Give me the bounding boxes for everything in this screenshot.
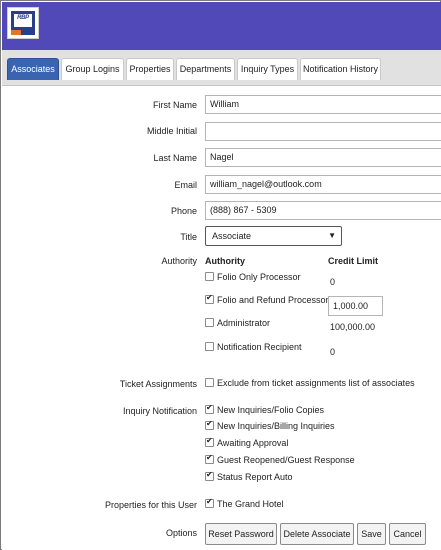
options-label: Options <box>165 528 197 538</box>
status-report-auto-checkbox[interactable] <box>205 470 214 481</box>
folio-refund-processor-checkbox[interactable] <box>205 293 214 304</box>
title-select-value: Associate <box>212 231 252 241</box>
new-inquiries-folio-copies-checkbox[interactable] <box>205 403 214 414</box>
exclude-ticket-assignments-label: Exclude from ticket assignments list of … <box>217 378 415 388</box>
folio-only-processor-credit: 0 <box>330 277 336 287</box>
last-name-label: Last Name <box>153 153 197 163</box>
email-input[interactable]: william_nagel@outlook.com <box>205 175 441 194</box>
tab-associates[interactable]: Associates <box>7 58 59 80</box>
administrator-credit: 100,000.00 <box>330 322 376 332</box>
tab-properties[interactable]: Properties <box>126 58 174 80</box>
new-inquiries-billing-checkbox[interactable] <box>205 419 214 430</box>
save-button[interactable]: Save <box>357 523 386 545</box>
grand-hotel-label: The Grand Hotel <box>217 499 284 509</box>
app-header: RBP <box>2 2 441 50</box>
notification-recipient-label: Notification Recipient <box>217 342 302 352</box>
exclude-ticket-assignments-checkbox[interactable] <box>205 378 214 387</box>
last-name-input[interactable]: Nagel <box>205 148 441 167</box>
rbp-logo[interactable]: RBP <box>7 7 39 39</box>
grand-hotel-checkbox[interactable] <box>205 497 214 508</box>
first-name-label: First Name <box>152 100 197 110</box>
middle-initial-input[interactable] <box>205 122 441 141</box>
app-window: RBP Associates Group Logins Properties D… <box>0 0 441 550</box>
new-inquiries-folio-copies-label: New Inquiries/Folio Copies <box>217 405 325 415</box>
awaiting-approval-checkbox[interactable] <box>205 436 214 447</box>
notification-recipient-credit: 0 <box>330 347 336 357</box>
folio-only-processor-checkbox[interactable] <box>205 272 214 281</box>
tab-group-logins[interactable]: Group Logins <box>61 58 124 80</box>
first-name-input[interactable]: William <box>205 95 441 114</box>
awaiting-approval-label: Awaiting Approval <box>217 438 289 448</box>
credit-limit-column-header: Credit Limit <box>328 256 379 266</box>
tab-departments[interactable]: Departments <box>176 58 235 80</box>
ticket-assignments-label: Ticket Assignments <box>119 379 197 389</box>
properties-for-user-label: Properties for this User <box>104 500 197 510</box>
guest-reopened-label: Guest Reopened/Guest Response <box>217 455 355 465</box>
middle-initial-label: Middle Initial <box>146 126 197 136</box>
phone-label: Phone <box>170 206 197 216</box>
folio-refund-processor-label: Folio and Refund Processor <box>217 295 329 305</box>
folio-only-processor-label: Folio Only Processor <box>217 272 301 282</box>
cancel-button[interactable]: Cancel <box>389 523 426 545</box>
delete-associate-button[interactable]: Delete Associate <box>280 523 354 545</box>
inquiry-notification-label: Inquiry Notification <box>122 406 197 416</box>
new-inquiries-billing-label: New Inquiries/Billing Inquiries <box>217 421 335 431</box>
guest-reopened-checkbox[interactable] <box>205 453 214 464</box>
administrator-checkbox[interactable] <box>205 318 214 327</box>
reset-password-button[interactable]: Reset Password <box>205 523 277 545</box>
logo-text: RBP <box>17 15 29 21</box>
phone-input[interactable]: (888) 867 - 5309 <box>205 201 441 220</box>
tab-notification-history[interactable]: Notification History <box>300 58 381 80</box>
title-label: Title <box>180 232 197 242</box>
chevron-down-icon: ▼ <box>328 231 336 240</box>
administrator-label: Administrator <box>217 318 271 328</box>
authority-column-header: Authority <box>205 256 245 266</box>
tab-inquiry-types[interactable]: Inquiry Types <box>237 58 298 80</box>
folio-refund-credit-limit-input[interactable]: 1,000.00 <box>328 296 383 316</box>
notification-recipient-checkbox[interactable] <box>205 342 214 351</box>
title-select[interactable]: Associate ▼ <box>205 226 342 246</box>
authority-section-label: Authority <box>161 256 197 266</box>
tab-bar: Associates Group Logins Properties Depar… <box>2 50 441 86</box>
status-report-auto-label: Status Report Auto <box>217 472 293 482</box>
email-label: Email <box>174 180 197 190</box>
